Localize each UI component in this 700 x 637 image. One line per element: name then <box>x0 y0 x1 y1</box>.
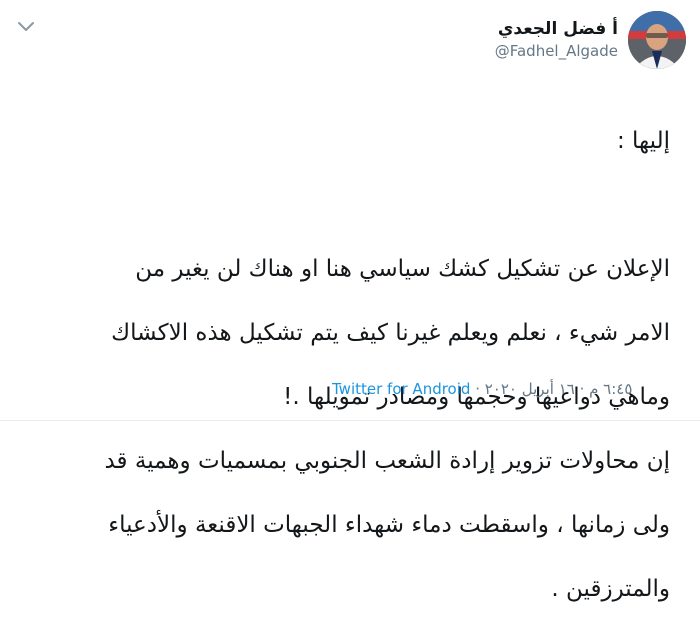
tweet-line: ولى زمانها ، واسقطت دماء شهداء الجبهات ا… <box>108 512 670 538</box>
chevron-down-icon[interactable] <box>14 14 38 38</box>
avatar[interactable] <box>628 11 686 69</box>
tweet-card: أ فضل الجعدي @Fadhel_Algade إليها : الإع… <box>0 0 700 602</box>
user-handle[interactable]: @Fadhel_Algade <box>495 40 618 62</box>
tweet-source-link[interactable]: Twitter for Android <box>332 380 470 398</box>
avatar-image <box>628 11 686 69</box>
meta-separator: · <box>470 380 485 398</box>
author-names: أ فضل الجعدي @Fadhel_Algade <box>495 18 618 62</box>
display-name[interactable]: أ فضل الجعدي <box>495 18 618 40</box>
tweet-line: إليها : <box>616 128 670 154</box>
tweet-timestamp[interactable]: ٦:٤٥ م · ١٦ أبريل ٢٠٢٠ <box>485 380 633 398</box>
tweet-line: الامر شيء ، نعلم ويعلم غيرنا كيف يتم تشك… <box>111 320 670 346</box>
tweet-meta: Twitter for Android · ٦:٤٥ م · ١٦ أبريل … <box>332 380 632 398</box>
tweet-line: الإعلان عن تشكيل كشك سياسي هنا او هناك ل… <box>135 256 670 282</box>
tweet-text: إليها : الإعلان عن تشكيل كشك سياسي هنا ا… <box>10 93 670 637</box>
tweet-line <box>10 189 670 221</box>
tweet-header: أ فضل الجعدي @Fadhel_Algade <box>0 0 700 84</box>
tweet-line: والمترزقين . <box>551 576 670 602</box>
tweet-line: إن محاولات تزوير إرادة الشعب الجنوبي بمس… <box>104 448 670 474</box>
